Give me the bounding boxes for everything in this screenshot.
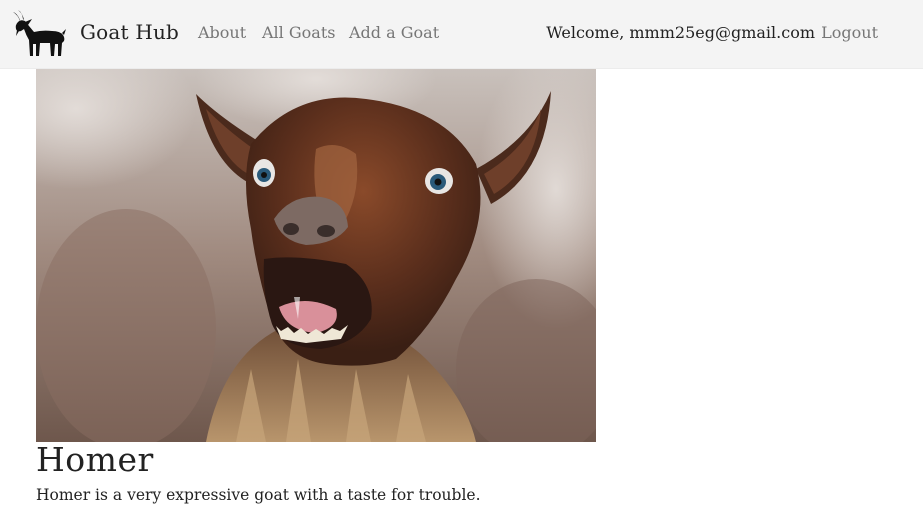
goat-photo xyxy=(36,69,596,442)
nav-add-goat-link[interactable]: Add a Goat xyxy=(349,23,439,42)
goat-description: Homer is a very expressive goat with a t… xyxy=(36,486,481,504)
goat-name-heading: Homer xyxy=(36,440,154,479)
nav-about-link[interactable]: About xyxy=(198,23,246,42)
nav-all-goats-link[interactable]: All Goats xyxy=(262,23,335,42)
logout-link[interactable]: Logout xyxy=(821,23,878,42)
navbar: Goat Hub About All Goats Add a Goat Welc… xyxy=(0,0,923,69)
welcome-text: Welcome, mmm25eg@gmail.com xyxy=(546,23,815,42)
goat-logo-icon[interactable] xyxy=(12,10,66,58)
brand-name-link[interactable]: Goat Hub xyxy=(80,20,179,44)
